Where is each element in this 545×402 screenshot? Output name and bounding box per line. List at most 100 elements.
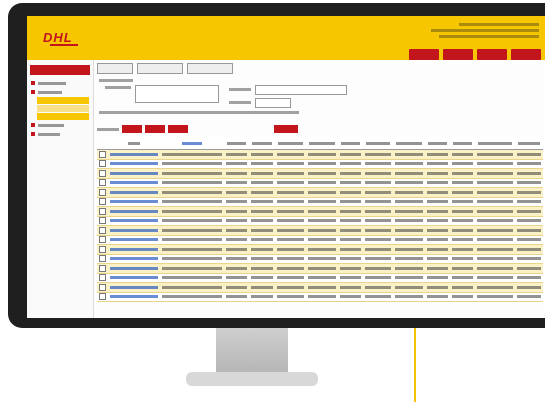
table-row[interactable] [97,197,543,207]
header-button[interactable] [443,49,473,60]
row-checkbox[interactable] [97,178,108,188]
table-cell [249,149,275,160]
action-button[interactable] [122,125,142,133]
table-cell [363,235,393,245]
table-cell [223,206,250,217]
row-checkbox[interactable] [97,273,108,283]
table-row[interactable] [97,244,543,255]
header-button[interactable] [477,49,507,60]
table-cell [392,149,425,160]
sidebar-subitem[interactable] [37,113,89,120]
sidebar-item[interactable] [31,79,89,87]
filter-textarea[interactable] [135,85,219,103]
table-cell [515,282,543,293]
table-row[interactable] [97,225,543,236]
table-cell [337,149,364,160]
sidebar-item[interactable] [31,121,89,129]
toolbar-dropdown[interactable] [97,63,133,74]
table-cell [475,216,516,226]
table-cell [515,263,543,274]
table-cell [337,263,364,274]
table-cell [274,197,307,207]
sidebar-item[interactable] [31,130,89,138]
row-checkbox[interactable] [97,282,108,293]
table-cell [274,149,307,160]
table-cell [107,244,161,255]
table-cell [249,168,275,179]
table-cell [363,187,393,198]
action-button[interactable] [145,125,165,133]
table-cell [249,244,275,255]
row-checkbox[interactable] [97,206,108,217]
row-checkbox[interactable] [97,254,108,264]
row-checkbox[interactable] [97,187,108,198]
table-row[interactable] [97,168,543,179]
table-cell [392,263,425,274]
dhl-logo: DHL [43,30,73,45]
table-row[interactable] [97,254,543,264]
table-row[interactable] [97,216,543,226]
table-cell [274,282,307,293]
header-button[interactable] [409,49,439,60]
table-cell [475,159,516,169]
table-row[interactable] [97,149,543,160]
table-cell [223,187,250,198]
table-row[interactable] [97,178,543,188]
table-cell [515,197,543,207]
table-cell [337,187,364,198]
row-checkbox[interactable] [97,263,108,274]
header-button[interactable] [511,49,541,60]
sidebar-item[interactable] [31,88,89,96]
table-cell [475,187,516,198]
table-cell [337,197,364,207]
table-cell [337,235,364,245]
table-row[interactable] [97,282,543,293]
table-cell [107,263,161,274]
action-button[interactable] [168,125,188,133]
row-checkbox[interactable] [97,197,108,207]
table-row[interactable] [97,273,543,283]
sidebar-subitem-active[interactable] [37,97,89,104]
table-cell [515,216,543,226]
table-cell [424,225,450,236]
table-cell [449,216,476,226]
table-row[interactable] [97,187,543,198]
table-cell [274,187,307,198]
table-cell [424,292,450,302]
sidebar-title [30,65,90,75]
toolbar-dropdown[interactable] [137,63,183,74]
table-row[interactable] [97,263,543,274]
table-cell [392,225,425,236]
row-checkbox[interactable] [97,244,108,255]
filter-select[interactable] [255,98,291,108]
row-checkbox[interactable] [97,216,108,226]
table-cell [337,159,364,169]
table-cell [424,178,450,188]
table-cell [337,244,364,255]
action-button[interactable] [274,125,298,133]
bullet-icon [31,90,35,94]
table-cell [392,168,425,179]
table-cell [392,197,425,207]
row-checkbox[interactable] [97,225,108,236]
table-row[interactable] [97,292,543,302]
table-cell [160,225,224,236]
table-row[interactable] [97,235,543,245]
table-cell [160,159,224,169]
table-cell [337,168,364,179]
row-checkbox[interactable] [97,168,108,179]
table-row[interactable] [97,206,543,217]
table-cell [223,263,250,274]
table-cell [363,282,393,293]
table-row[interactable] [97,159,543,169]
table-cell [107,197,161,207]
filter-input[interactable] [255,85,347,95]
row-checkbox[interactable] [97,292,108,302]
row-checkbox[interactable] [97,235,108,245]
sidebar-subitem[interactable] [37,105,89,112]
row-checkbox[interactable] [97,159,108,169]
table-cell [392,178,425,188]
table-cell [363,206,393,217]
row-checkbox[interactable] [97,149,108,160]
toolbar-dropdown[interactable] [187,63,233,74]
